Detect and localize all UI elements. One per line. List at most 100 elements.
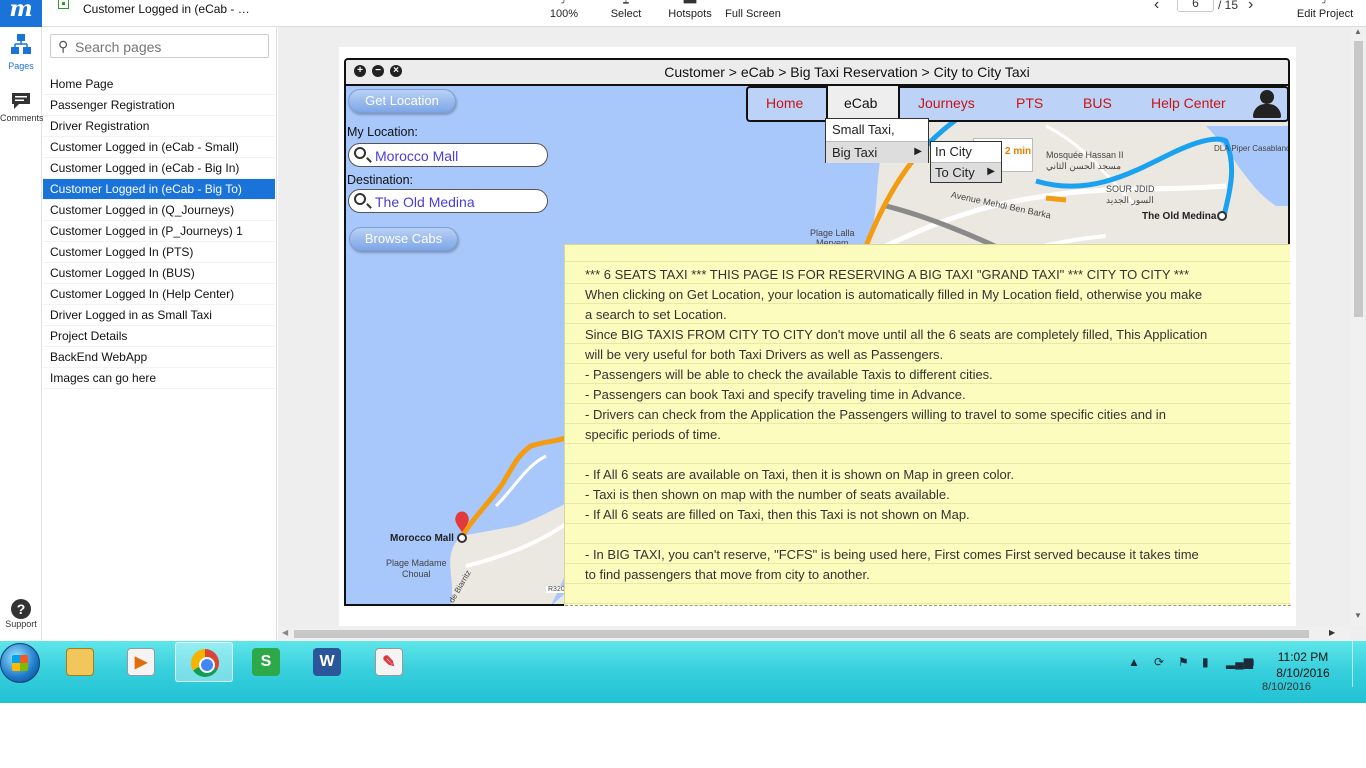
- scroll-up-icon[interactable]: ▲: [1354, 27, 1362, 36]
- search-input[interactable]: [75, 38, 265, 55]
- show-desktop-button[interactable]: [1352, 641, 1366, 687]
- page-list-item[interactable]: Images can go here: [43, 368, 275, 389]
- destination-value: The Old Medina: [375, 194, 475, 210]
- fullscreen-button[interactable]: Full Screen: [725, 0, 781, 27]
- map-label-choual: Choual: [402, 569, 431, 579]
- menu-item-small-taxi[interactable]: Small Taxi,: [826, 119, 928, 141]
- my-location-field[interactable]: Morocco Mall: [348, 143, 548, 167]
- page-list-item[interactable]: Customer Logged In (BUS): [43, 263, 275, 284]
- clock-date: 8/10/2016: [1276, 666, 1330, 680]
- nav-home[interactable]: Home: [766, 95, 803, 111]
- note-line: a search to set Location.: [585, 307, 727, 322]
- vertical-scrollbar[interactable]: ▲ ▼: [1351, 27, 1366, 627]
- destination-field[interactable]: The Old Medina: [348, 189, 548, 213]
- page-list-item[interactable]: Customer Logged in (eCab - Big In): [43, 158, 275, 179]
- menu-item-big-taxi[interactable]: Big Taxi ▶: [826, 141, 928, 163]
- sync-icon[interactable]: ⟳: [1154, 655, 1164, 669]
- mockup-title: Customer > eCab > Big Taxi Reservation >…: [664, 64, 1030, 80]
- browse-cabs-button[interactable]: Browse Cabs: [349, 227, 458, 251]
- page-list-item[interactable]: Driver Logged in as Small Taxi: [43, 305, 275, 326]
- paint-icon: ✎: [375, 648, 403, 676]
- signal-icon[interactable]: ▂▄▆: [1226, 655, 1253, 669]
- map-label-mosquee: Mosquée Hassan II: [1046, 150, 1124, 160]
- windows-logo-icon: [12, 655, 28, 671]
- battery-icon[interactable]: ▮: [1202, 655, 1209, 669]
- left-rail: Pages Comments ? Support: [0, 27, 44, 641]
- help-icon: ?: [11, 599, 31, 619]
- horizontal-scroll-thumb[interactable]: [294, 630, 1309, 638]
- map-label-dla: DLA Piper Casablanca: [1214, 144, 1288, 153]
- clock[interactable]: 11:02 PM 8/10/2016: [1270, 649, 1336, 681]
- start-button[interactable]: [0, 643, 40, 683]
- menu-item-to-city[interactable]: To City ▶: [931, 162, 1001, 182]
- note-line: to find passengers that move from city t…: [585, 567, 870, 582]
- taskbar-explorer[interactable]: [51, 642, 109, 682]
- top-toolbar: m Customer Logged in (eCab - … ╯ 100% ┷ …: [0, 0, 1366, 27]
- zoom-icon: ╯: [561, 0, 567, 8]
- note-line: - In BIG TAXI, you can't reserve, "FCFS"…: [585, 547, 1199, 562]
- rail-support-button[interactable]: ? Support: [0, 599, 42, 629]
- vertical-scroll-thumb[interactable]: [1354, 41, 1363, 317]
- taskbar-chrome[interactable]: [175, 642, 233, 682]
- taskbar-media-player[interactable]: ▶: [112, 642, 170, 682]
- page-list-item[interactable]: BackEnd WebApp: [43, 347, 275, 368]
- nav-ecab[interactable]: eCab: [844, 95, 877, 111]
- page-total: / 15: [1218, 0, 1239, 12]
- get-location-button[interactable]: Get Location: [348, 89, 456, 113]
- search-box[interactable]: ⚲: [50, 34, 269, 58]
- menu-item-to-city-label: To City: [935, 165, 975, 180]
- select-label: Select: [610, 8, 642, 20]
- hotspots-icon: ▀▀: [683, 0, 697, 8]
- page-number-input[interactable]: 6: [1177, 0, 1214, 12]
- rail-comments-label: Comments: [0, 113, 44, 123]
- nav-journeys[interactable]: Journeys: [918, 95, 975, 111]
- note-line: *** 6 SEATS TAXI *** THIS PAGE IS FOR RE…: [585, 267, 1190, 282]
- hotspots-button[interactable]: ▀▀ Hotspots: [667, 0, 713, 27]
- zoom-button[interactable]: ╯ 100%: [548, 0, 580, 27]
- next-page-icon[interactable]: ›: [1248, 0, 1253, 14]
- my-location-label: My Location:: [347, 125, 418, 139]
- nav-pts[interactable]: PTS: [1016, 95, 1043, 111]
- page-list-item[interactable]: Home Page: [43, 74, 275, 95]
- edit-project-button[interactable]: ╯ Edit Project: [1294, 0, 1356, 27]
- page-list-item[interactable]: Customer Logged In (Help Center): [43, 284, 275, 305]
- nav-bus[interactable]: BUS: [1083, 95, 1112, 111]
- prev-page-icon[interactable]: ‹: [1154, 0, 1159, 14]
- page-list-item[interactable]: Project Details: [43, 326, 275, 347]
- page-list-item[interactable]: Customer Logged in (eCab - Small): [43, 137, 275, 158]
- zoom-label: 100%: [549, 8, 579, 20]
- page-list-item[interactable]: Driver Registration: [43, 116, 275, 137]
- scroll-right-icon[interactable]: ▶: [1329, 628, 1335, 637]
- volume-icon[interactable]: 🔈︎: [1250, 655, 1257, 670]
- note-line: When clicking on Get Location, your loca…: [585, 287, 1203, 302]
- nav-help-center[interactable]: Help Center: [1151, 95, 1226, 111]
- scroll-left-icon[interactable]: ◀: [282, 628, 288, 637]
- horizontal-scrollbar[interactable]: ◀ ▶: [278, 627, 1351, 641]
- edit-icon: ╯: [1322, 0, 1328, 8]
- taskbar-paint[interactable]: ✎: [360, 642, 418, 682]
- page-list-item[interactable]: Customer Logged In (PTS): [43, 242, 275, 263]
- app-logo[interactable]: m: [0, 0, 42, 27]
- ecab-dropdown: Small Taxi, Big Taxi ▶: [825, 118, 929, 163]
- page-list-item[interactable]: Customer Logged in (eCab - Big To): [43, 179, 275, 200]
- scroll-down-icon[interactable]: ▼: [1354, 611, 1362, 620]
- taskbar-slides[interactable]: S: [237, 642, 295, 682]
- page-list-item[interactable]: Customer Logged in (Q_Journeys): [43, 200, 275, 221]
- menu-item-in-city[interactable]: In City: [931, 142, 1001, 162]
- big-taxi-submenu: In City To City ▶: [930, 141, 1002, 183]
- rail-pages-button[interactable]: Pages: [0, 33, 42, 71]
- note-line: will be very useful for both Taxi Driver…: [585, 347, 944, 362]
- note-line: - Taxi is then shown on map with the num…: [585, 487, 950, 502]
- flag-icon[interactable]: ⚑: [1178, 655, 1189, 669]
- page-list-item[interactable]: Customer Logged in (P_Journeys) 1: [43, 221, 275, 242]
- taskbar-word[interactable]: W: [298, 642, 356, 682]
- note-text: *** 6 SEATS TAXI *** THIS PAGE IS FOR RE…: [585, 265, 1275, 585]
- user-avatar-icon[interactable]: [1251, 90, 1283, 118]
- rail-comments-button[interactable]: Comments: [0, 91, 44, 123]
- sticky-note[interactable]: *** 6 SEATS TAXI *** THIS PAGE IS FOR RE…: [564, 244, 1291, 607]
- rail-pages-label: Pages: [8, 61, 34, 71]
- note-line: Since BIG TAXIS FROM CITY TO CITY don't …: [585, 327, 1208, 342]
- tray-expand-icon[interactable]: ▲: [1128, 655, 1140, 669]
- select-button[interactable]: ┷ Select: [608, 0, 644, 27]
- page-list-item[interactable]: Passenger Registration: [43, 95, 275, 116]
